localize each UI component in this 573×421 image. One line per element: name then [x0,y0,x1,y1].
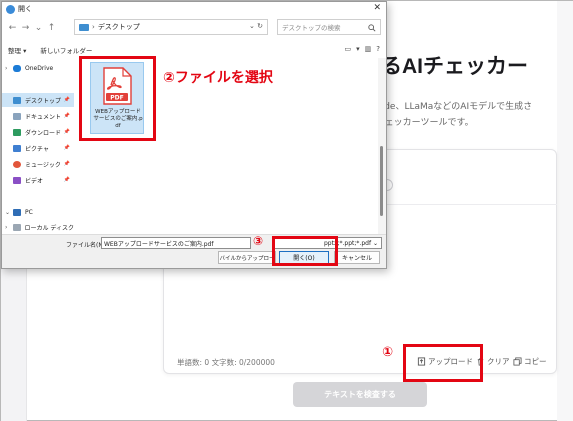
nav-item-label: デスクトップ [25,97,62,105]
refresh-icon[interactable]: ↻ [257,22,263,30]
description-line-1: aude、LLaMaなどのAIモデルで生成さ [373,102,533,112]
upload-button[interactable]: アップロード [417,356,473,367]
file-pane-scrollbar[interactable] [378,58,386,234]
forward-arrow-icon[interactable]: → [19,23,32,33]
page-description: aude、LLaMaなどのAIモデルで生成さ Iチェッカーツールです。 [373,99,532,131]
check-text-button[interactable]: テキストを検査する [293,382,427,407]
nav-item-label: ピクチャ [25,145,49,153]
browser-app-icon [6,4,15,14]
nav-item-pc[interactable]: ⌄ PC [2,205,74,219]
clear-label: クリア [487,357,510,366]
back-arrow-icon[interactable]: ← [6,23,19,33]
pdf-icon-text: PDF [110,94,123,101]
nav-item-desktop[interactable]: デスクトップ 📌 [2,93,74,107]
dialog-title: 開く [18,5,32,13]
nav-item-label: PC [25,208,33,216]
recent-dropdown-icon[interactable]: ⌄ [32,23,45,33]
collapse-icon[interactable]: ⌄ [5,209,13,216]
copy-icon [513,357,522,366]
music-icon [13,160,21,168]
open-button[interactable]: 開く(O) [279,251,329,264]
computer-icon [13,208,21,216]
dialog-titlebar: 開く ✕ [2,2,386,16]
new-folder-button[interactable]: 新しいフォルダー [40,45,92,55]
nav-item-label: OneDrive [25,64,54,72]
command-bar: 整理 ▾ 新しいフォルダー ▭ ▾ ▥ ? [2,42,386,58]
preview-pane-icon[interactable]: ▥ [365,45,372,53]
open-file-dialog: 開く ✕ ← → ⌄ ↑ › デスクトップ ⌄ ↻ デスクトップの検索 整理 ▾… [1,1,387,269]
video-icon [13,176,21,184]
nav-item-music[interactable]: ミュージック 📌 [2,157,74,171]
nav-item-videos[interactable]: ビデオ 📌 [2,173,74,187]
filetype-select[interactable]: pptx;*.ppt;*.pdf ⌄ [272,237,382,249]
pin-icon: 📌 [63,145,70,151]
nav-item-onedrive[interactable]: › OneDrive [2,61,74,75]
nav-item-downloads[interactable]: ダウンロード 📌 [2,125,74,139]
nav-item-label: ダウンロード [25,129,62,137]
annotation-step-2: ②ファイルを選択 [163,70,273,86]
page-heading: るAIチェッカー [381,55,528,78]
nav-item-label: ローカル ディスク [24,224,75,232]
pin-icon: 📌 [63,161,70,167]
pin-icon: 📌 [63,129,70,135]
organize-menu[interactable]: 整理 ▾ [8,45,26,55]
annotation-step-1: ① [382,345,394,360]
upload-icon [417,357,426,366]
disk-icon [12,223,21,231]
document-icon [13,112,21,120]
pin-icon: 📌 [63,97,70,103]
copy-button[interactable]: コピー [513,356,547,367]
search-placeholder: デスクトップの検索 [282,24,341,32]
trash-icon [477,358,484,366]
breadcrumb-separator: › [92,23,95,31]
copy-label: コピー [524,357,547,366]
nav-item-label: ドキュメント [25,113,62,121]
address-controls: ⌄ ↻ [249,22,263,30]
dialog-navbar: ← → ⌄ ↑ › デスクトップ ⌄ ↻ デスクトップの検索 [2,16,386,40]
cancel-button[interactable]: キャンセル [334,251,380,264]
close-icon[interactable]: ✕ [373,3,381,13]
expand-icon[interactable]: › [5,65,13,72]
pictures-icon [13,144,21,152]
upload-label: アップロード [428,357,473,366]
search-input[interactable]: デスクトップの検索 [277,19,381,35]
scrollbar-thumb[interactable] [380,146,383,216]
view-controls: ▭ ▾ ▥ ? [345,45,380,53]
nav-item-label: ビデオ [25,177,44,185]
pin-icon: 📌 [63,177,70,183]
pin-icon: 📌 [63,113,70,119]
filename-input[interactable]: WEBアップロードサービスのご案内.pdf [101,237,251,249]
annotation-step-3: ③ [253,234,264,248]
view-mode-icon[interactable]: ▭ [345,45,352,53]
clear-button[interactable]: クリア [476,356,510,367]
desktop-icon [13,96,21,104]
nav-item-label: ミュージック [25,161,61,169]
dialog-footer: ファイル名(N): WEBアップロードサービスのご案内.pdf pptx;*.p… [2,234,386,268]
up-arrow-icon[interactable]: ↑ [45,23,58,33]
breadcrumb-desktop[interactable]: デスクトップ [98,22,140,32]
expand-icon[interactable]: › [5,224,13,231]
desktop-folder-icon [79,23,89,31]
address-bar[interactable]: › デスクトップ ⌄ ↻ [74,19,268,35]
file-name-label: WEBアップロードサービスのご案内.pdf [93,109,143,129]
cloud-icon [13,64,21,72]
file-item-pdf[interactable]: PDF WEBアップロードサービスのご案内.pdf [90,62,144,134]
nav-item-documents[interactable]: ドキュメント 📌 [2,109,74,123]
pdf-file-icon: PDF [103,67,132,105]
search-icon [368,24,376,32]
view-dropdown-icon[interactable]: ▾ [356,45,360,53]
help-icon[interactable]: ? [376,45,380,53]
address-dropdown-icon[interactable]: ⌄ [249,22,255,30]
nav-item-local-disk[interactable]: › ローカル ディスク [2,220,74,234]
nav-item-pictures[interactable]: ピクチャ 📌 [2,141,74,155]
word-count: 単語数: 0 文字数: 0/200000 [177,358,275,367]
description-line-2: Iチェッカーツールです。 [373,118,474,128]
navigation-pane: › OneDrive デスクトップ 📌 ドキュメント 📌 ダウンロード 📌 ピク… [2,58,74,234]
download-icon [13,128,21,136]
right-scrollbar[interactable] [557,1,573,421]
mobile-upload-button[interactable]: モバイルからアップロード [218,251,276,264]
